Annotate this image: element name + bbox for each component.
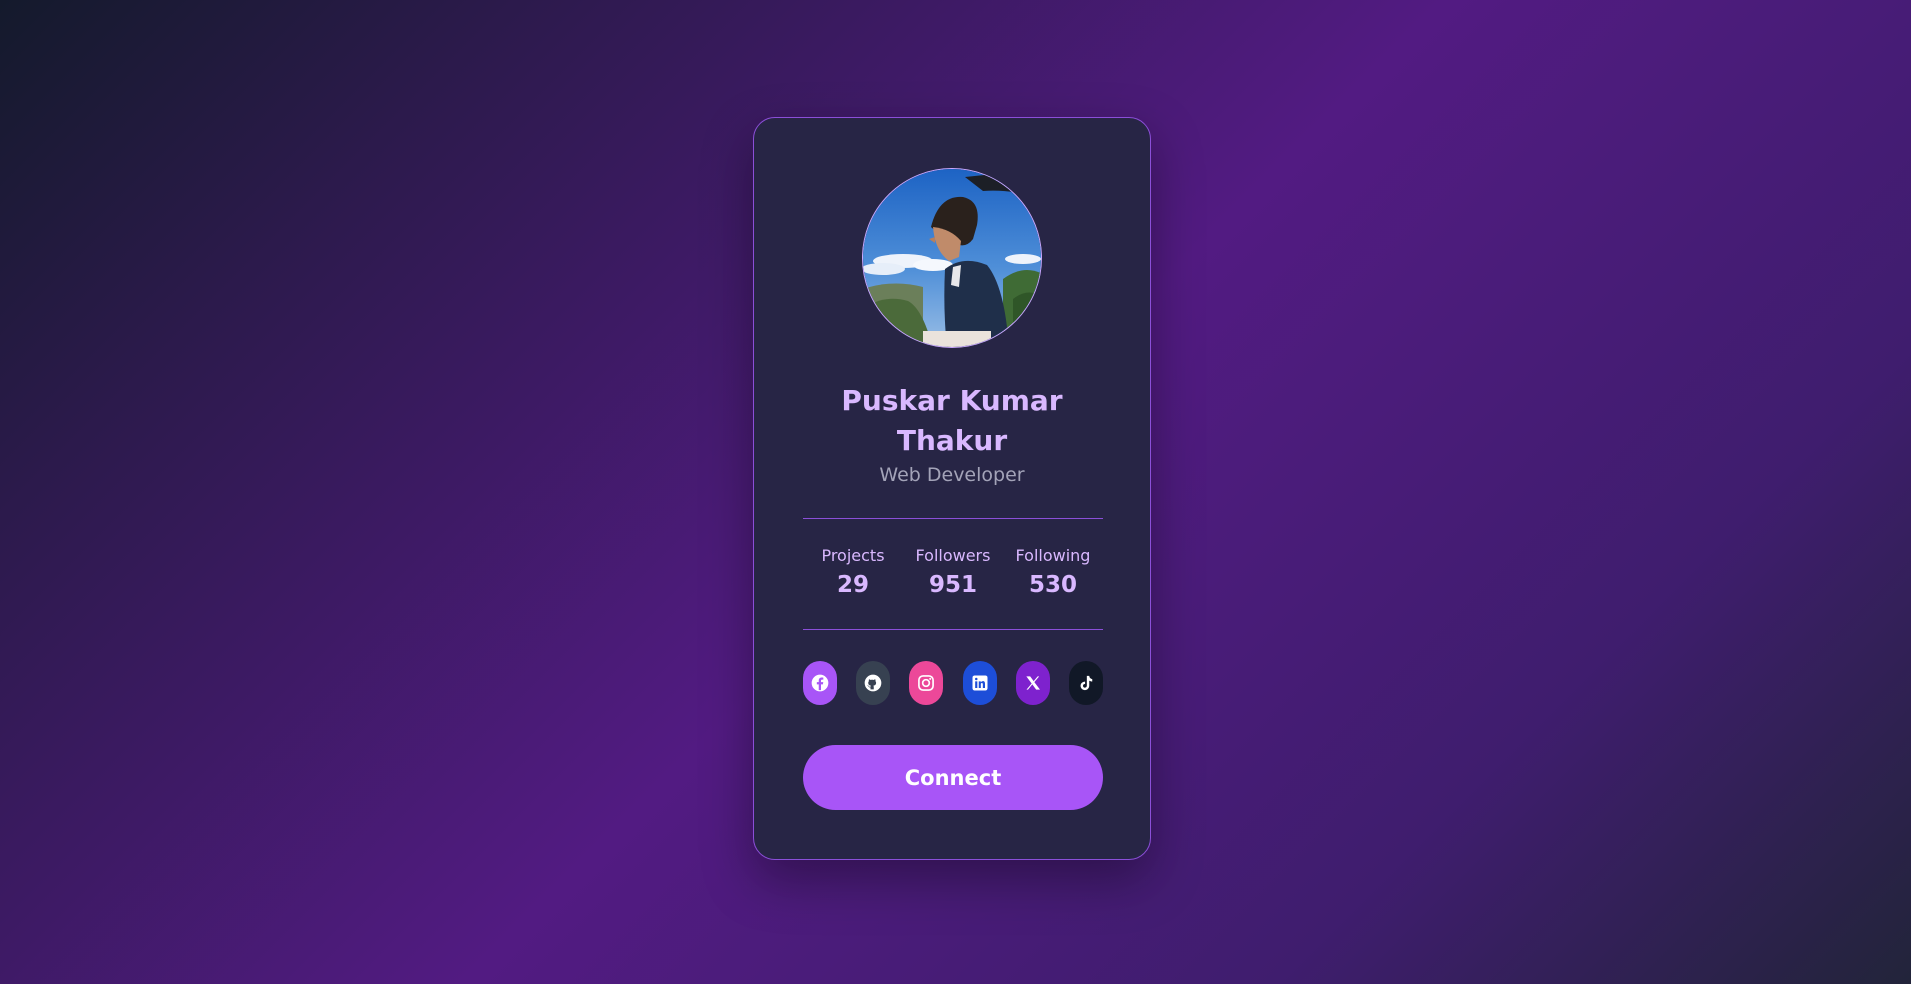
tiktok-icon (1080, 675, 1093, 691)
stat-followers: Followers 951 (903, 546, 1003, 601)
instagram-icon (918, 675, 935, 691)
facebook-icon (811, 674, 829, 692)
linkedin-icon (972, 675, 988, 691)
stat-label: Following (1015, 546, 1091, 565)
github-icon (864, 674, 882, 692)
facebook-link[interactable] (803, 661, 837, 705)
avatar (862, 168, 1042, 348)
stat-following: Following 530 (1003, 546, 1103, 601)
connect-button[interactable]: Connect (803, 745, 1103, 810)
stat-projects: Projects 29 (803, 546, 903, 601)
profile-name-line2: Thakur (896, 424, 1008, 457)
stat-value: 951 (928, 572, 977, 598)
profile-name-line1: Puskar Kumar (841, 384, 1063, 417)
linkedin-link[interactable] (962, 661, 997, 705)
profile-name: Puskar Kumar Thakur (754, 381, 1150, 461)
github-link[interactable] (856, 661, 891, 705)
tiktok-link[interactable] (1068, 661, 1103, 705)
stat-value: 29 (836, 572, 869, 598)
x-twitter-icon (1026, 676, 1040, 690)
stat-label: Projects (821, 546, 885, 565)
instagram-link[interactable] (909, 661, 944, 705)
social-links (803, 661, 1103, 705)
stat-value: 530 (1028, 572, 1077, 598)
stat-label: Followers (915, 546, 991, 565)
x-twitter-link[interactable] (1015, 661, 1050, 705)
stats-row: Projects 29 Followers 951 Following 530 (803, 546, 1103, 601)
profile-card: Puskar Kumar Thakur Web Developer Projec… (753, 117, 1151, 860)
profile-role: Web Developer (879, 464, 1025, 486)
divider (803, 518, 1103, 519)
divider (803, 629, 1103, 630)
